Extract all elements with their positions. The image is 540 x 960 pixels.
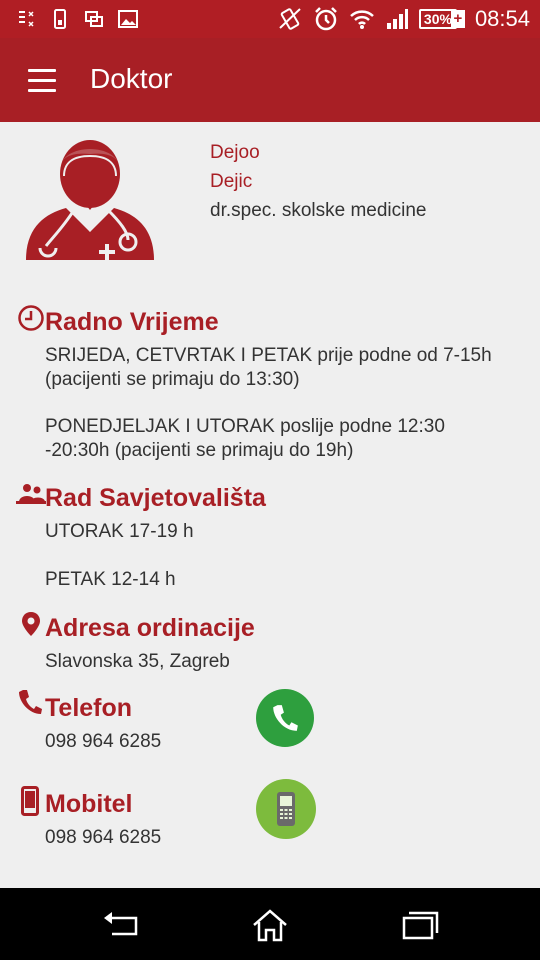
doctor-avatar	[26, 140, 154, 260]
doctor-specialty: dr.spec. skolske medicine	[210, 200, 427, 221]
phone-handset-icon	[19, 690, 42, 714]
counseling-title: Rad Savjetovališta	[45, 484, 266, 512]
doctor-last-name: Dejic	[210, 171, 253, 192]
mobile-call-icon	[277, 792, 295, 826]
doctor-details: Dejoo Dejic dr.spec. skolske medicine Ra…	[0, 122, 540, 888]
counseling-line: UTORAK 17-19 h	[45, 521, 194, 542]
mobile-phone-icon	[21, 786, 39, 816]
data-transfer-icon	[19, 11, 34, 27]
working-hours-line: SRIJEDA, CETVRTAK I PETAK prije podne od…	[45, 345, 492, 366]
counseling-icon	[16, 484, 46, 504]
counseling-line: PETAK 12-14 h	[45, 569, 176, 590]
phone-call-icon	[273, 705, 298, 731]
app-bar: Doktor	[0, 38, 540, 122]
page-title: Doktor	[90, 63, 173, 94]
telephone-title: Telefon	[45, 694, 133, 722]
status-bar: 30% + 08:54	[0, 0, 540, 38]
working-hours-title: Radno Vrijeme	[45, 308, 219, 336]
clock-icon	[18, 305, 44, 331]
image-icon	[118, 10, 138, 28]
back-icon[interactable]	[100, 908, 140, 942]
location-pin-icon	[22, 612, 40, 636]
battery-icon: 30% +	[418, 9, 465, 29]
mobile-number: 098 964 6285	[45, 827, 162, 848]
working-hours-line: PONEDJELJAK I UTORAK poslije podne 12:30	[45, 416, 445, 437]
mobile-title: Mobitel	[45, 790, 133, 818]
recent-apps-icon[interactable]	[400, 908, 440, 942]
working-hours-line: -20:30h (pacijenti se primaju do 19h)	[45, 440, 354, 461]
working-hours-line: (pacijenti se primaju do 13:30)	[45, 369, 300, 390]
doctor-first-name: Dejoo	[210, 142, 260, 163]
signal-icon	[386, 9, 408, 29]
phone-icon	[54, 9, 66, 29]
address-value: Slavonska 35, Zagreb	[45, 651, 230, 672]
home-icon[interactable]	[250, 908, 290, 942]
screen-icon	[85, 11, 103, 27]
telephone-number: 098 964 6285	[45, 731, 162, 752]
navigation-bar	[0, 888, 540, 960]
wifi-icon	[350, 10, 374, 29]
clock: 08:54	[474, 6, 530, 31]
menu-icon[interactable]	[28, 69, 56, 92]
vibrate-icon	[279, 8, 301, 30]
call-mobile-button[interactable]	[256, 779, 316, 839]
address-title: Adresa ordinacije	[45, 614, 255, 642]
call-telephone-button[interactable]	[256, 689, 314, 747]
alarm-icon	[315, 7, 337, 31]
